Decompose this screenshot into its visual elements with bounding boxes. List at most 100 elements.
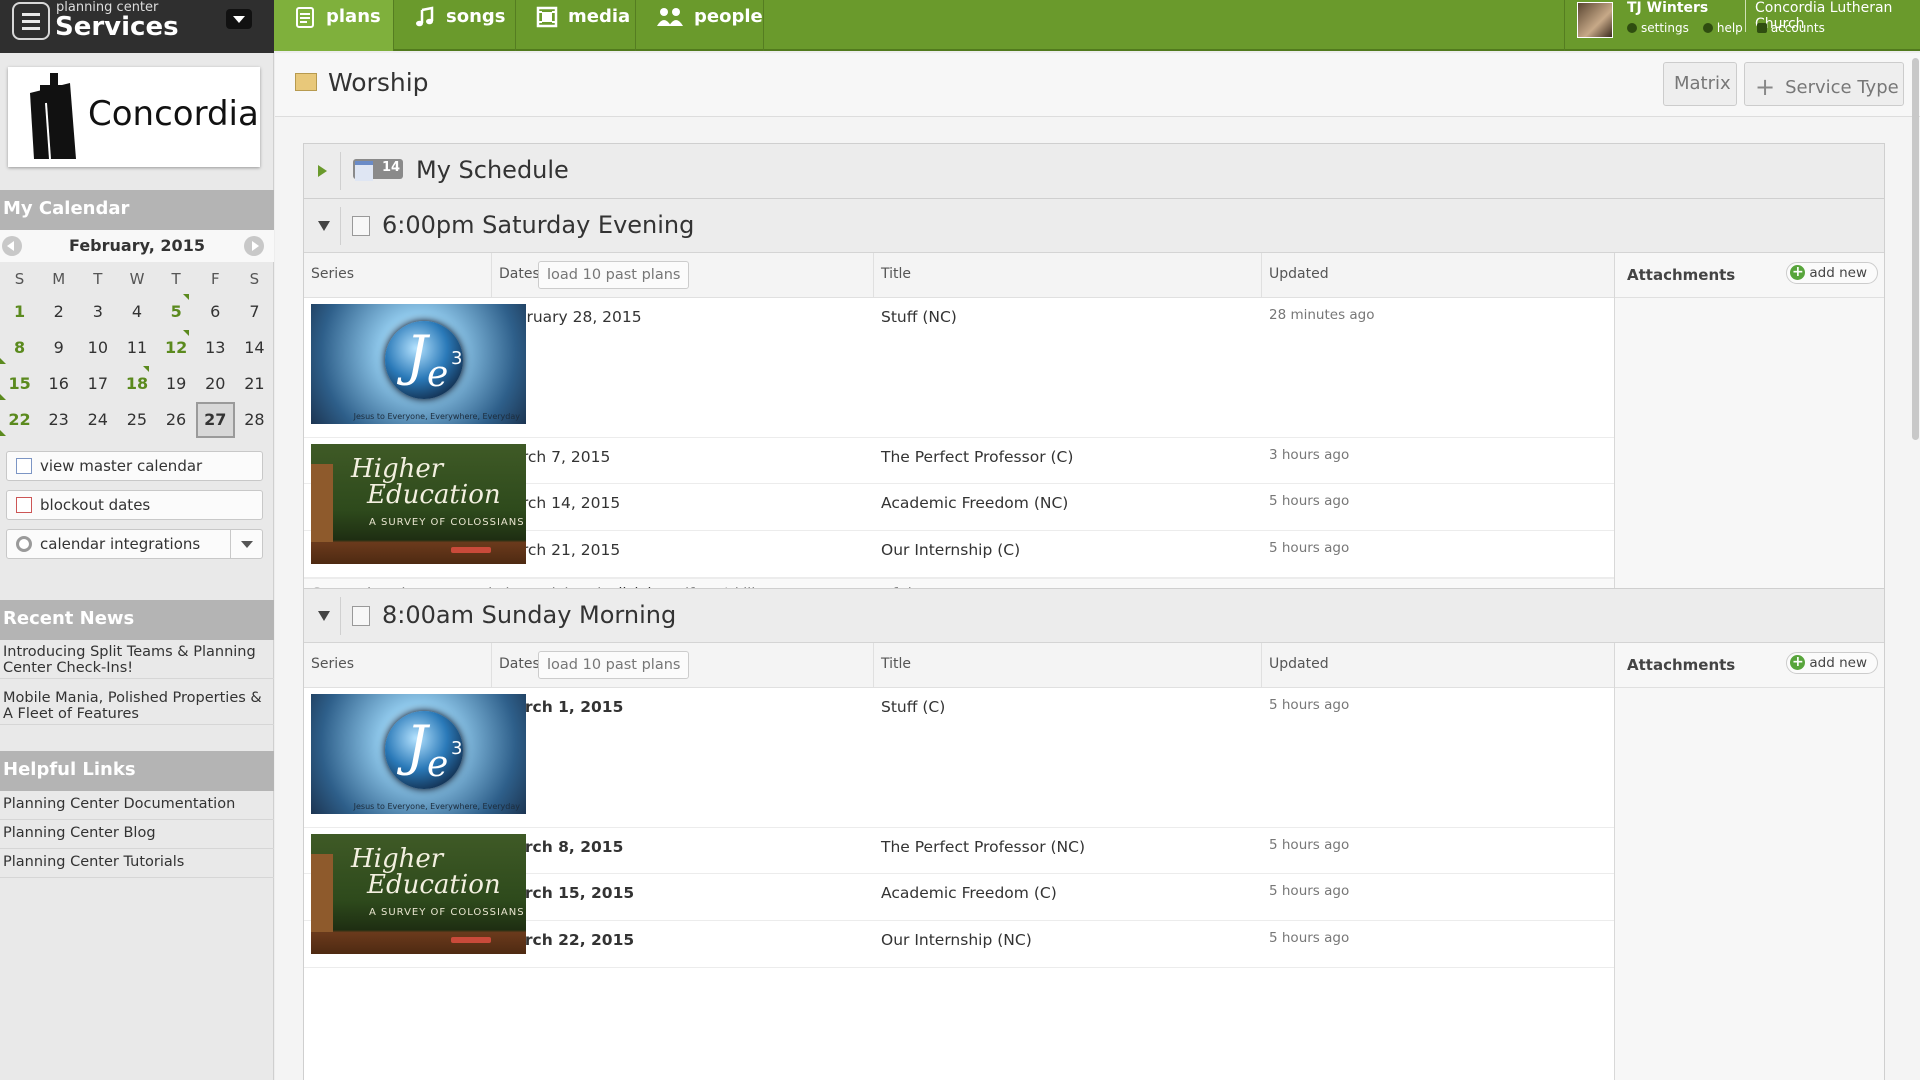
plan-updated: 5 hours ago xyxy=(1269,493,1350,509)
calendar-day[interactable]: 19 xyxy=(157,366,196,402)
calendar-day[interactable]: 21 xyxy=(235,366,274,402)
calendar-day[interactable]: 17 xyxy=(78,366,117,402)
plan-title[interactable]: Stuff (C) xyxy=(881,698,945,716)
plan-title[interactable]: Stuff (NC) xyxy=(881,308,957,326)
plan-updated: 5 hours ago xyxy=(1269,697,1350,713)
helpful-link[interactable]: Planning Center Documentation xyxy=(0,791,274,820)
attachments-header: Attachments add new xyxy=(1615,643,1884,688)
series-artwork[interactable]: Higher Education A SURVEY OF COLOSSIANS xyxy=(311,834,526,954)
table-header: Series Dates load 10 past plans Title Update… xyxy=(304,643,1614,688)
calendar-day[interactable]: 4 xyxy=(117,294,156,330)
view-master-calendar-button[interactable]: view master calendar xyxy=(6,451,263,481)
collapse-icon[interactable] xyxy=(318,611,330,621)
tab-songs[interactable]: songs xyxy=(394,0,516,51)
calendar-day[interactable]: 27 xyxy=(195,402,235,438)
calendar-day[interactable]: 24 xyxy=(78,402,117,438)
calendar-day[interactable]: 13 xyxy=(196,330,235,366)
organization-logo[interactable]: Concordia xyxy=(8,67,260,167)
add-service-type-button[interactable]: + Service Type xyxy=(1744,62,1904,106)
add-attachment-button[interactable]: add new xyxy=(1786,652,1878,674)
page-header: Worship Matrix + Service Type xyxy=(275,53,1920,117)
plan-title[interactable]: The Perfect Professor (NC) xyxy=(881,838,1085,856)
calendar-day[interactable]: 15 xyxy=(0,366,39,402)
news-item[interactable]: Mobile Mania, Polished Properties & A Fl… xyxy=(0,688,274,725)
gear-icon xyxy=(1627,23,1637,33)
next-month-icon[interactable] xyxy=(244,236,264,256)
series-artwork[interactable]: Higher Education A SURVEY OF COLOSSIANS xyxy=(311,444,526,564)
my-schedule-header[interactable]: 14 My Schedule xyxy=(304,144,1884,198)
calendar-day[interactable]: 7 xyxy=(235,294,274,330)
expand-icon[interactable] xyxy=(318,165,327,177)
news-item[interactable]: Introducing Split Teams & Planning Cente… xyxy=(0,642,274,679)
blockout-dates-button[interactable]: blockout dates xyxy=(6,490,263,520)
calendar-day[interactable]: 12 xyxy=(157,330,196,366)
calendar-day[interactable]: 5 xyxy=(157,294,196,330)
help-link[interactable]: help xyxy=(1702,21,1743,35)
matrix-button[interactable]: Matrix xyxy=(1663,62,1737,106)
plan-title[interactable]: Our Internship (NC) xyxy=(881,931,1032,949)
calendar-day[interactable]: 28 xyxy=(235,402,274,438)
prev-month-icon[interactable] xyxy=(2,236,22,256)
tab-plans[interactable]: plans xyxy=(274,0,394,51)
top-nav-bar: planning center Services plans songs med… xyxy=(0,0,1920,53)
tab-media[interactable]: media xyxy=(516,0,636,51)
my-schedule-title: My Schedule xyxy=(416,156,569,184)
weekday-label: W xyxy=(129,270,145,288)
calendar-day[interactable]: 6 xyxy=(196,294,235,330)
tab-people-label: people xyxy=(694,6,763,27)
plan-title[interactable]: Academic Freedom (C) xyxy=(881,884,1057,902)
collapse-icon[interactable] xyxy=(318,221,330,231)
calendar-icon xyxy=(16,458,32,474)
user-name[interactable]: TJ Winters xyxy=(1627,0,1708,16)
calendar-day[interactable]: 26 xyxy=(157,402,196,438)
series-artwork[interactable]: Je 3 Jesus to Everyone, Everywhere, Everyd… xyxy=(311,694,526,814)
logo-text: Concordia xyxy=(88,94,259,134)
helpful-link[interactable]: Planning Center Blog xyxy=(0,820,274,849)
avatar[interactable] xyxy=(1577,2,1613,38)
calendar-day[interactable]: 1 xyxy=(0,294,39,330)
calendar-day[interactable]: 11 xyxy=(117,330,156,366)
settings-link[interactable]: settings xyxy=(1627,21,1689,35)
calendar-day[interactable]: 2 xyxy=(39,294,78,330)
series-art-title: Education xyxy=(367,480,501,510)
plan-title[interactable]: Our Internship (C) xyxy=(881,541,1020,559)
plan-title[interactable]: Academic Freedom (NC) xyxy=(881,494,1068,512)
service-header[interactable]: 6:00pm Saturday Evening xyxy=(304,199,1884,253)
series-artwork[interactable]: Je 3 Jesus to Everyone, Everywhere, Everyd… xyxy=(311,304,526,424)
calendar-day[interactable]: 14 xyxy=(235,330,274,366)
calendar-day[interactable]: 23 xyxy=(39,402,78,438)
calendar-day[interactable]: 10 xyxy=(78,330,117,366)
app-switcher-dropdown[interactable] xyxy=(226,9,252,29)
chevron-down-icon[interactable] xyxy=(230,530,262,558)
calendar-day[interactable]: 25 xyxy=(117,402,156,438)
tab-plans-label: plans xyxy=(326,6,381,27)
load-past-plans-button[interactable]: load 10 past plans xyxy=(538,651,690,679)
plan-title[interactable]: The Perfect Professor (C) xyxy=(881,448,1073,466)
column-header-dates-label: Dates xyxy=(499,266,540,282)
calendar-day[interactable]: 18 xyxy=(117,366,156,402)
calendar-integrations-button[interactable]: calendar integrations xyxy=(6,529,263,559)
blockout-calendar-icon xyxy=(16,497,32,513)
service-header[interactable]: 8:00am Sunday Morning xyxy=(304,589,1884,643)
calendar-day[interactable]: 16 xyxy=(39,366,78,402)
helpful-link[interactable]: Planning Center Tutorials xyxy=(0,849,274,878)
load-past-plans-button[interactable]: load 10 past plans xyxy=(538,261,690,289)
scrollbar[interactable] xyxy=(1912,58,1919,440)
calendar-day[interactable]: 8 xyxy=(0,330,39,366)
calendar-day[interactable]: 3 xyxy=(78,294,117,330)
service-title[interactable]: 6:00pm Saturday Evening xyxy=(382,211,694,239)
accounts-link[interactable]: accounts xyxy=(1756,21,1825,35)
church-logo-icon xyxy=(30,73,76,160)
help-link-label: help xyxy=(1716,21,1743,35)
weekday-label: S xyxy=(249,270,260,288)
film-icon xyxy=(536,6,558,28)
calendar-day[interactable]: 9 xyxy=(39,330,78,366)
plan-updated: 5 hours ago xyxy=(1269,883,1350,899)
calendar-day[interactable]: 20 xyxy=(196,366,235,402)
app-brand[interactable]: planning center Services xyxy=(0,0,274,53)
tab-people[interactable]: people xyxy=(636,0,764,51)
add-attachment-button[interactable]: add new xyxy=(1786,262,1878,284)
calendar-day[interactable]: 22 xyxy=(0,402,39,438)
service-title[interactable]: 8:00am Sunday Morning xyxy=(382,601,676,629)
menu-icon[interactable] xyxy=(12,2,50,40)
